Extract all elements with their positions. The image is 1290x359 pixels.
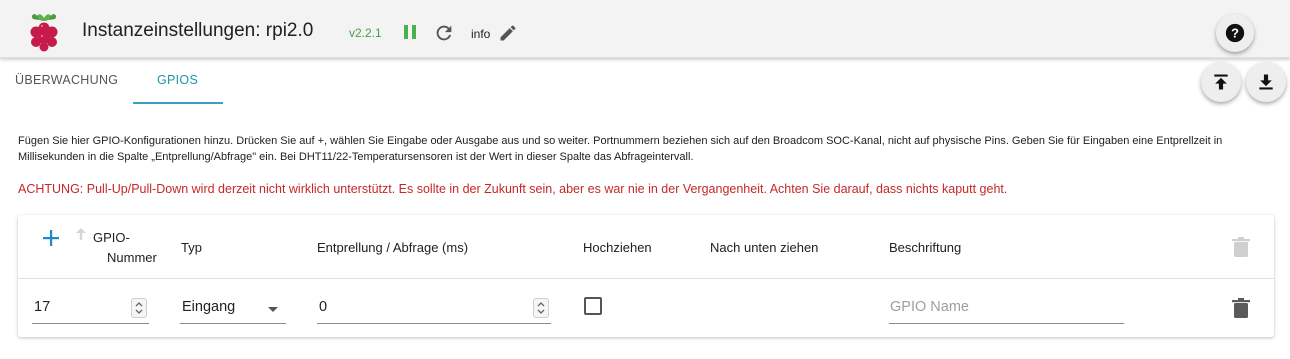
gpio-number-value: 17 bbox=[34, 299, 51, 315]
column-gpio-number[interactable]: GPIO- Nummer bbox=[93, 228, 157, 268]
download-icon bbox=[1259, 74, 1273, 90]
typ-select-value: Eingang bbox=[182, 299, 236, 315]
entprellung-value: 0 bbox=[319, 299, 328, 315]
page-title: Instanzeinstellungen: rpi2.0 bbox=[82, 20, 314, 41]
gpio-name-placeholder: GPIO Name bbox=[890, 299, 969, 315]
entprellung-input[interactable]: 0 bbox=[317, 298, 551, 324]
column-typ: Typ bbox=[181, 240, 202, 255]
gpio-number-input[interactable]: 17 bbox=[32, 298, 149, 324]
upload-button[interactable] bbox=[1201, 62, 1241, 102]
active-tab-indicator bbox=[133, 102, 223, 104]
pencil-icon[interactable] bbox=[498, 23, 518, 43]
help-icon: ? bbox=[1225, 23, 1245, 43]
info-label: info bbox=[471, 27, 491, 41]
entprellung-stepper[interactable] bbox=[533, 298, 549, 318]
download-button[interactable] bbox=[1246, 62, 1286, 102]
app-header: Instanzeinstellungen: rpi2.0 v2.2.1 info… bbox=[0, 0, 1290, 58]
gpio-name-input[interactable]: GPIO Name bbox=[889, 298, 1124, 324]
column-entprellung: Entprellung / Abfrage (ms) bbox=[317, 240, 469, 255]
delete-all-icon bbox=[1232, 237, 1250, 257]
column-beschriftung: Beschriftung bbox=[889, 240, 962, 255]
tab-ueberwachung[interactable]: ÜBERWACHUNG bbox=[15, 73, 118, 87]
help-button[interactable]: ? bbox=[1216, 14, 1254, 52]
gpio-number-stepper[interactable] bbox=[131, 298, 147, 318]
column-nach-unten: Nach unten ziehen bbox=[710, 240, 819, 255]
hochziehen-checkbox[interactable] bbox=[584, 297, 602, 315]
upload-icon bbox=[1214, 74, 1228, 90]
table-header: GPIO- Nummer Typ Entprellung / Abfrage (… bbox=[18, 215, 1274, 279]
sort-arrow-icon[interactable] bbox=[74, 227, 88, 241]
reload-icon[interactable] bbox=[433, 22, 455, 44]
column-gpio-line2: Nummer bbox=[107, 250, 157, 265]
raspberry-pi-logo-icon bbox=[30, 14, 58, 52]
svg-text:?: ? bbox=[1231, 26, 1239, 41]
typ-select[interactable]: Eingang bbox=[180, 298, 286, 324]
pull-warning: ACHTUNG: Pull-Up/Pull-Down wird derzeit … bbox=[18, 182, 1008, 196]
column-gpio-line1: GPIO- bbox=[93, 230, 130, 245]
add-icon[interactable] bbox=[40, 227, 62, 249]
chevron-down-icon bbox=[268, 307, 278, 312]
version-label: v2.2.1 bbox=[349, 26, 382, 40]
column-hochziehen: Hochziehen bbox=[583, 240, 652, 255]
pause-icon[interactable] bbox=[400, 22, 420, 42]
delete-row-icon[interactable] bbox=[1232, 298, 1250, 318]
gpio-table: GPIO- Nummer Typ Entprellung / Abfrage (… bbox=[18, 215, 1274, 337]
tab-gpios[interactable]: GPIOS bbox=[157, 73, 198, 87]
gpio-description: Fügen Sie hier GPIO-Konfigurationen hinz… bbox=[18, 135, 1223, 163]
